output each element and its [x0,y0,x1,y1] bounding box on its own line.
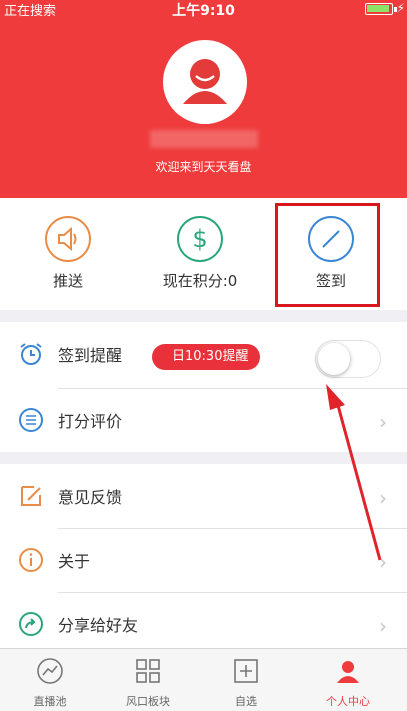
feedback-row[interactable]: 意见反馈 › [0,464,407,528]
tab-live-pool[interactable]: 直播池 [0,649,100,711]
share-label: 分享给好友 [58,616,139,635]
checkin-reminder-toggle[interactable] [315,340,381,378]
checkin-reminder-row: 签到提醒 日10:30提醒 [0,322,407,386]
tab-profile-label: 个人中心 [326,695,370,708]
rate-app-label: 打分评价 [58,412,123,431]
settings-group-1: 签到提醒 日10:30提醒 打分评价 › [0,322,407,452]
settings-group-2: 意见反馈 › 关于 › 分享给好友 › [0,464,407,648]
chevron-right-icon: › [379,550,387,574]
avatar[interactable] [163,40,247,124]
person-icon [337,661,359,683]
points-label: 现在积分:0 [162,272,238,290]
push-label: 推送 [52,272,83,290]
tab-bar: 直播池 风口板块 自选 个人中心 [0,648,407,711]
edit-icon [21,486,41,506]
charging-icon: ⚡ [396,1,405,15]
status-time: 上午9:10 [172,3,235,19]
tab-watchlist-label: 自选 [235,695,257,708]
points-button[interactable]: $ 现在积分:0 [132,198,268,310]
share-icon [19,612,43,636]
about-row[interactable]: 关于 › [0,528,407,592]
tab-sectors[interactable]: 风口板块 [98,649,198,711]
profile-header: 欢迎来到天天看盘 [0,18,407,198]
tab-profile[interactable]: 个人中心 [298,649,398,711]
speaker-icon [45,216,91,262]
welcome-text: 欢迎来到天天看盘 [155,160,252,174]
chevron-right-icon: › [379,614,387,638]
tab-watchlist[interactable]: 自选 [196,649,296,711]
about-label: 关于 [58,552,91,571]
list-icon [19,408,43,432]
tab-sectors-label: 风口板块 [126,695,170,708]
reminder-time-pill: 日10:30提醒 [152,344,261,370]
user-avatar-icon [183,59,227,104]
rate-app-row[interactable]: 打分评价 › [0,388,407,452]
chart-icon [37,658,63,684]
chevron-right-icon: › [379,486,387,510]
status-bar: 正在搜索 上午9:10 ⚡ [0,0,407,19]
dollar-icon: $ [177,216,223,262]
username-blurred [150,130,258,148]
chevron-right-icon: › [379,410,387,434]
toggle-knob [318,343,350,375]
info-icon [19,548,43,572]
alarm-clock-icon [20,343,42,365]
checkin-highlight-box [275,203,380,307]
feedback-label: 意见反馈 [58,488,123,507]
push-button[interactable]: 推送 [0,198,136,310]
share-row[interactable]: 分享给好友 › [0,592,407,656]
checkin-reminder-label: 签到提醒 [58,346,123,365]
grid-icon [136,659,160,683]
svg-text:$: $ [192,225,207,253]
tab-live-pool-label: 直播池 [33,695,67,708]
battery-icon [365,3,397,15]
add-square-icon [234,659,258,683]
